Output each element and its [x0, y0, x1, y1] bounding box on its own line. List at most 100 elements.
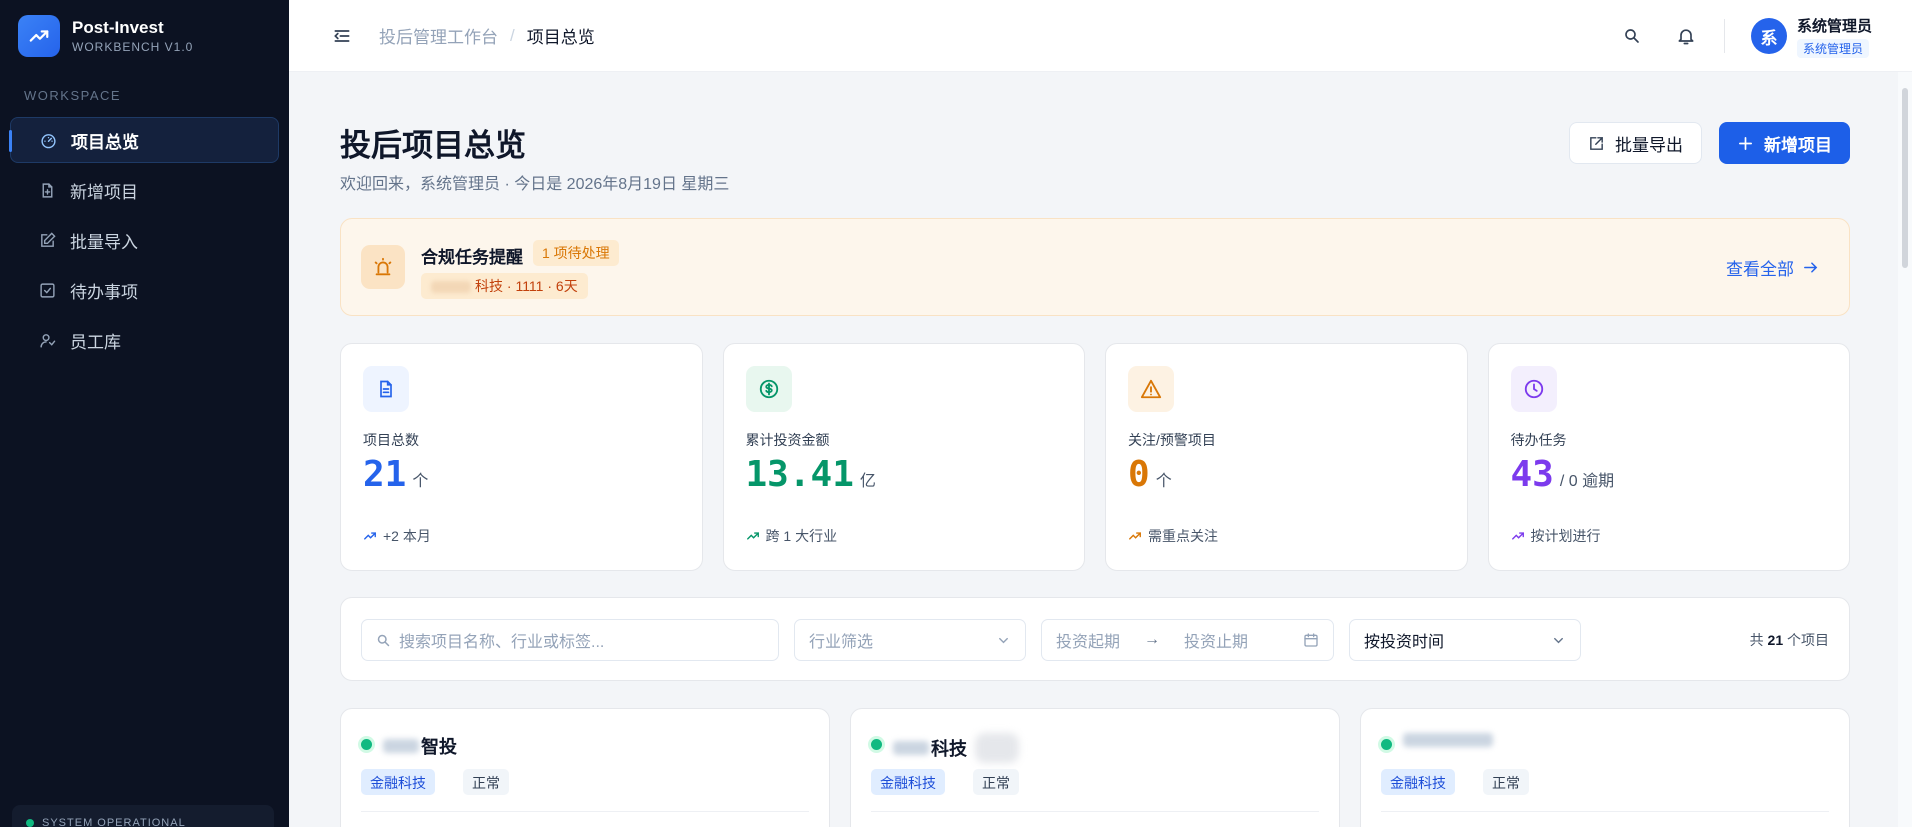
sidebar-item-label: 待办事项: [70, 282, 138, 302]
batch-export-button[interactable]: 批量导出: [1569, 122, 1702, 164]
project-name: 智投: [383, 733, 457, 759]
batch-export-label: 批量导出: [1615, 135, 1683, 155]
sidebar-item-label: 员工库: [70, 332, 121, 352]
project-card[interactable]: 金融科技 正常: [1360, 708, 1850, 827]
scrollbar-thumb[interactable]: [1902, 88, 1908, 268]
stats-row: 项目总数 21 个 +2 本月 累计投资金额 13.41 亿 跨 1 大行业 关…: [340, 343, 1850, 571]
calendar-icon: [1304, 633, 1318, 647]
sidebar-item-overview[interactable]: 项目总览: [9, 117, 279, 163]
total-prefix: 共: [1749, 632, 1764, 648]
sidebar: Post-Invest WORKBENCH V1.0 WORKSPACE 项目总…: [0, 0, 289, 827]
status-dot-icon: [871, 739, 882, 750]
users-icon: [38, 331, 56, 349]
checkbox-icon: [38, 281, 56, 299]
search-icon[interactable]: [1620, 24, 1644, 48]
stat-footnote: +2 本月: [383, 528, 431, 544]
arrow-right-icon: [1804, 262, 1818, 273]
alert-detail[interactable]: 科技 · 1111 · 6天: [421, 273, 588, 299]
header-divider: [1723, 19, 1725, 53]
file-plus-icon: [38, 181, 56, 199]
alert-detail-text: 科技 · 1111 · 6天: [475, 278, 578, 294]
divider: [871, 811, 1319, 812]
stat-value: 43: [1510, 454, 1554, 495]
divider: [361, 811, 809, 812]
user-role-badge: 系统管理员: [1796, 38, 1869, 58]
stat-value: 21: [363, 454, 407, 495]
sidebar-item-todo[interactable]: 待办事项: [10, 267, 279, 313]
sidebar-item-new-project[interactable]: 新增项目: [10, 167, 279, 213]
user-name: 系统管理员: [1796, 17, 1872, 35]
redacted-text: [1403, 733, 1493, 747]
status-dot-icon: [26, 819, 34, 827]
stat-value: 0: [1128, 454, 1150, 495]
industry-tag: 金融科技: [361, 769, 435, 795]
avatar[interactable]: 系: [1750, 18, 1787, 54]
page-subtitle: 欢迎回来，系统管理员 · 今日是 2026年8月19日 星期三: [340, 176, 730, 193]
stat-unit: / 0 逾期: [1559, 473, 1615, 490]
industry-tag: 金融科技: [1381, 769, 1455, 795]
date-range-picker[interactable]: 投资起期 → 投资止期: [1041, 619, 1334, 661]
project-name: 科技: [893, 733, 1019, 763]
trending-up-logo-icon: [18, 15, 60, 57]
workspace-label: WORKSPACE: [24, 88, 122, 103]
redacted-text: [893, 741, 929, 755]
date-start-placeholder: 投资起期: [1056, 634, 1121, 651]
filter-bar: 搜索项目名称、行业或标签... 行业筛选 投资起期 → 投资止期 按投资时间 共…: [340, 597, 1850, 681]
top-header: 投后管理工作台 / 项目总览 系 系统管理员 系统管理员: [289, 0, 1912, 72]
brand-subtitle: WORKBENCH V1.0: [72, 40, 194, 54]
alarm-siren-icon: [361, 245, 405, 289]
stat-card-watch-projects[interactable]: 关注/预警项目 0 个 需重点关注: [1105, 343, 1468, 571]
add-project-button[interactable]: 新增项目: [1719, 122, 1850, 164]
sidebar-item-batch-import[interactable]: 批量导入: [10, 217, 279, 263]
stat-card-total-investment[interactable]: 累计投资金额 13.41 亿 跨 1 大行业: [722, 343, 1085, 571]
stat-footnote: 跨 1 大行业: [765, 528, 838, 544]
project-name: [1403, 733, 1495, 747]
bell-icon[interactable]: [1674, 24, 1698, 48]
warning-icon: [1128, 366, 1174, 412]
sort-select[interactable]: 按投资时间: [1349, 619, 1581, 661]
total-suffix: 个项目: [1787, 632, 1829, 648]
view-all-link[interactable]: 查看全部: [1726, 255, 1819, 280]
sidebar-nav: 项目总览 新增项目 批量导入 待办事项 员工库: [0, 117, 289, 363]
trend-up-icon: [746, 532, 759, 540]
trend-up-icon: [364, 532, 376, 540]
sidebar-item-label: 新增项目: [70, 182, 138, 202]
project-card[interactable]: 科技 金融科技 正常: [850, 708, 1340, 827]
page-header: 投后项目总览 欢迎回来，系统管理员 · 今日是 2026年8月19日 星期三 批…: [340, 72, 1850, 202]
stat-unit: 个: [1155, 473, 1172, 490]
status-dot-icon: [361, 739, 372, 750]
stat-card-total-projects[interactable]: 项目总数 21 个 +2 本月: [340, 343, 703, 571]
alert-count-badge: 1 项待处理: [533, 240, 619, 266]
system-status: SYSTEM OPERATIONAL: [12, 805, 274, 827]
document-icon: [363, 366, 409, 412]
status-dot-icon: [1381, 739, 1392, 750]
stat-card-todo-tasks[interactable]: 待办任务 43 / 0 逾期 按计划进行: [1487, 343, 1850, 571]
project-card[interactable]: 智投 金融科技 正常: [340, 708, 830, 827]
brand[interactable]: Post-Invest WORKBENCH V1.0: [0, 0, 289, 72]
main-content: 投后项目总览 欢迎回来，系统管理员 · 今日是 2026年8月19日 星期三 批…: [340, 72, 1850, 827]
breadcrumb-root[interactable]: 投后管理工作台: [379, 23, 498, 48]
redacted-image: [975, 733, 1019, 763]
page-scrollbar[interactable]: [1898, 72, 1912, 827]
stat-value: 13.41: [745, 454, 854, 495]
dollar-icon: [745, 366, 792, 412]
sort-value: 按投资时间: [1364, 634, 1445, 651]
search-icon: [377, 634, 390, 646]
menu-collapse-icon[interactable]: [331, 25, 353, 47]
redacted-text: [383, 739, 419, 753]
sidebar-item-staff[interactable]: 员工库: [10, 317, 279, 363]
external-link-icon: [1590, 136, 1603, 150]
industry-select[interactable]: 行业筛选: [794, 619, 1026, 661]
search-placeholder: 搜索项目名称、行业或标签...: [399, 634, 605, 651]
stat-label: 关注/预警项目: [1128, 432, 1216, 448]
stat-unit: 亿: [859, 473, 876, 490]
user-info[interactable]: 系统管理员 系统管理员: [1796, 15, 1872, 58]
view-all-label: 查看全部: [1726, 260, 1794, 279]
search-input[interactable]: 搜索项目名称、行业或标签...: [361, 619, 779, 661]
add-project-label: 新增项目: [1764, 135, 1832, 155]
brand-title: Post-Invest: [72, 18, 164, 37]
chevron-down-icon: [1554, 637, 1563, 643]
compliance-alert: 合规任务提醒 1 项待处理 科技 · 1111 · 6天 查看全部: [340, 218, 1850, 316]
breadcrumb-separator: /: [510, 25, 515, 45]
industry-tag: 金融科技: [871, 769, 945, 795]
